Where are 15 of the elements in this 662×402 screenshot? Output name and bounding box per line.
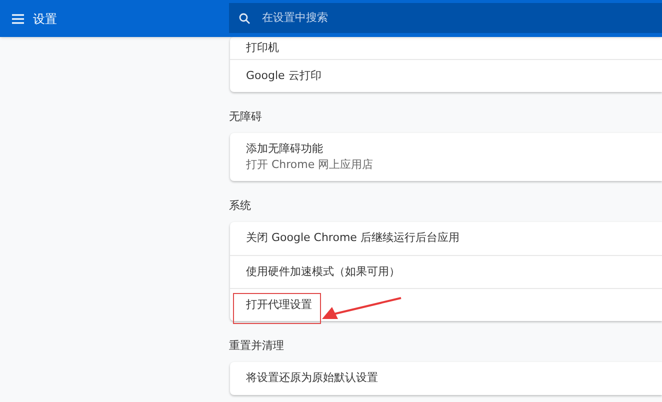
setting-label: 关闭 Google Chrome 后继续运行后台应用 <box>246 230 460 246</box>
setting-label: 打印机 <box>246 40 279 56</box>
setting-description: 打开 Chrome 网上应用店 <box>246 157 374 173</box>
setting-label: 添加无障碍功能 <box>246 140 323 156</box>
setting-label: 将设置还原为原始默认设置 <box>246 370 378 386</box>
search-icon <box>239 12 250 24</box>
section-heading: 重置并清理 <box>229 339 285 353</box>
setting-label: 使用硬件加速模式（如果可用） <box>246 264 400 280</box>
section-heading: 系统 <box>229 199 252 213</box>
setting-label: Google 云打印 <box>246 68 322 84</box>
section-heading: 无障碍 <box>229 110 263 124</box>
search-field[interactable]: 在设置中搜索 <box>229 2 662 32</box>
menu-icon[interactable] <box>12 14 24 24</box>
setting-label: 打开代理设置 <box>246 296 312 313</box>
page-title: 设置 <box>33 10 57 28</box>
